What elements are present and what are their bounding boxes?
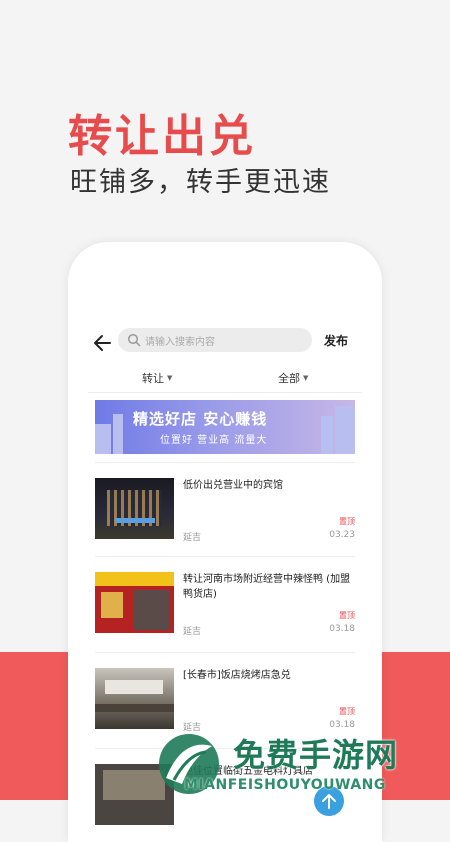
publish-button[interactable]: 发布 <box>324 332 348 349</box>
filter-category-label: 全部 <box>278 372 300 385</box>
listing-item[interactable]: 低价出兑营业中的宾馆 置顶 延吉 03.23 <box>95 478 355 564</box>
listing-thumbnail <box>95 668 174 729</box>
promo-title: 转让出兑 <box>68 111 256 162</box>
caret-down-icon: ▼ <box>303 374 309 382</box>
listing-title: 转让河南市场附近经营中辣怪鸭 (加盟鸭货店) <box>183 574 351 600</box>
listing-date: 03.18 <box>329 720 355 730</box>
promo-banner[interactable]: 精选好店 安心赚钱 位置好 营业高 流量大 <box>95 400 355 454</box>
listing-date: 03.23 <box>329 530 355 540</box>
listing-date: 03.18 <box>329 624 355 634</box>
filter-type-dropdown[interactable]: 转让 ▼ <box>142 370 172 386</box>
watermark-subtext: MIANFEISHOUYOUWANG <box>184 777 386 793</box>
banner-subtitle: 位置好 营业高 流量大 <box>160 435 268 446</box>
listing-location: 延吉 <box>183 627 202 637</box>
listing-thumbnail <box>95 572 174 633</box>
divider <box>95 462 355 463</box>
promo-subtitle: 旺铺多，转手更迅速 <box>70 167 331 198</box>
search-input[interactable]: 请输入搜索内容 <box>118 328 312 352</box>
search-icon <box>127 333 141 347</box>
listing-item[interactable]: 转让河南市场附近经营中辣怪鸭 (加盟鸭货店) 置顶 延吉 03.18 <box>95 572 355 658</box>
pinned-tag: 置顶 <box>339 611 355 620</box>
caret-down-icon: ▼ <box>167 374 173 382</box>
search-placeholder: 请输入搜索内容 <box>145 337 215 348</box>
watermark-text: 免费手游网 <box>233 736 399 774</box>
app-top-bar: 请输入搜索内容 发布 <box>68 326 382 362</box>
filter-type-label: 转让 <box>142 372 164 385</box>
listing-thumbnail <box>95 478 174 539</box>
filter-bar: 转让 ▼ 全部 ▼ <box>88 362 362 393</box>
listing-title: 低价出兑营业中的宾馆 <box>183 480 283 491</box>
pinned-tag: 置顶 <box>339 707 355 716</box>
divider <box>95 556 355 557</box>
divider <box>95 652 355 653</box>
back-arrow-icon[interactable] <box>92 332 114 354</box>
pinned-tag: 置顶 <box>339 517 355 526</box>
banner-title: 精选好店 安心赚钱 <box>133 410 268 428</box>
filter-category-dropdown[interactable]: 全部 ▼ <box>278 370 308 386</box>
listing-title: [长春市]饭店烧烤店急兑 <box>183 670 291 681</box>
listing-location: 延吉 <box>183 533 202 543</box>
